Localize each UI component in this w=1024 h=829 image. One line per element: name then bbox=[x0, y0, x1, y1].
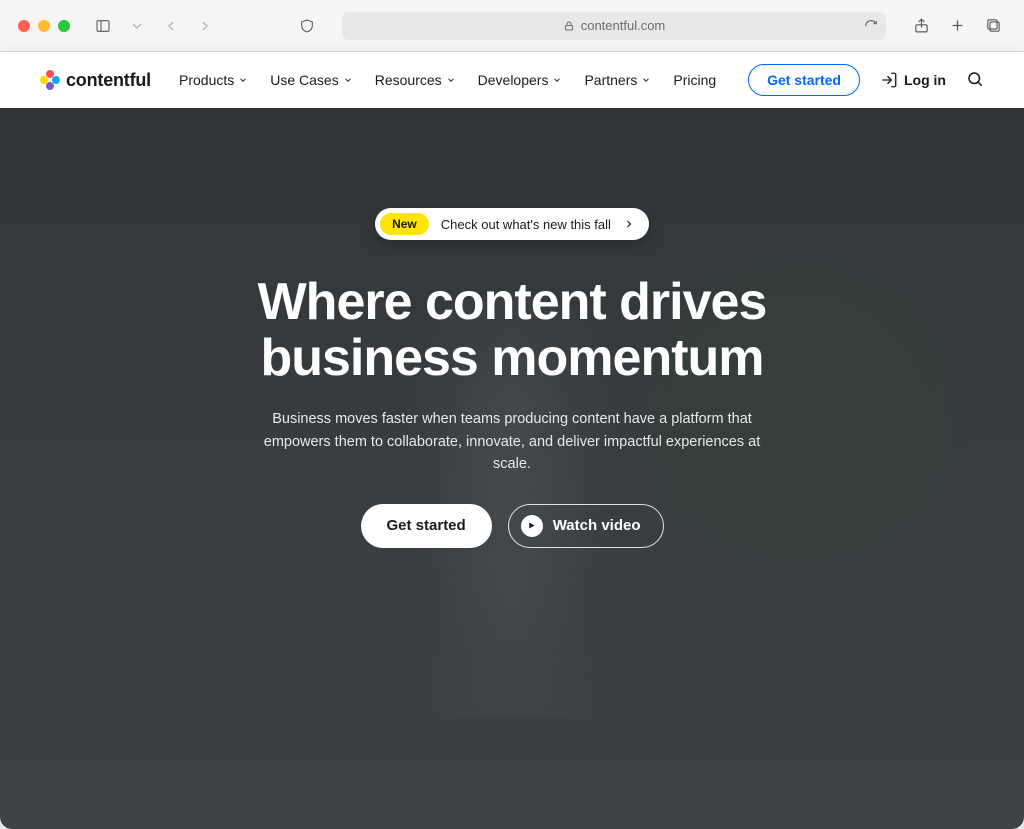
search-icon bbox=[966, 70, 984, 88]
nav-partners[interactable]: Partners bbox=[584, 72, 651, 88]
nav-label: Pricing bbox=[673, 72, 716, 88]
site-header: contentful Products Use Cases Resources … bbox=[0, 52, 1024, 108]
minimize-window-button[interactable] bbox=[38, 20, 50, 32]
nav-label: Partners bbox=[584, 72, 637, 88]
button-label: Watch video bbox=[553, 517, 641, 534]
chevron-down-icon bbox=[343, 75, 353, 85]
nav-products[interactable]: Products bbox=[179, 72, 248, 88]
browser-toolbar: contentful.com bbox=[0, 0, 1024, 52]
forward-button[interactable] bbox=[192, 13, 218, 39]
nav-label: Use Cases bbox=[270, 72, 338, 88]
window-controls bbox=[18, 20, 70, 32]
announcement-text: Check out what's new this fall bbox=[441, 217, 611, 232]
button-label: Get started bbox=[387, 517, 466, 534]
nav-label: Resources bbox=[375, 72, 442, 88]
new-tab-icon[interactable] bbox=[944, 13, 970, 39]
logo-mark-icon bbox=[40, 70, 60, 90]
chevron-down-icon bbox=[446, 75, 456, 85]
hero: New Check out what's new this fall Where… bbox=[0, 108, 1024, 829]
play-icon bbox=[521, 515, 543, 537]
login-link[interactable]: Log in bbox=[880, 71, 946, 89]
close-window-button[interactable] bbox=[18, 20, 30, 32]
hero-get-started-button[interactable]: Get started bbox=[361, 504, 492, 548]
hero-title-line: Where content drives bbox=[258, 273, 767, 331]
watch-video-button[interactable]: Watch video bbox=[508, 504, 664, 548]
announcement-pill[interactable]: New Check out what's new this fall bbox=[375, 208, 649, 240]
chevron-down-icon bbox=[552, 75, 562, 85]
sidebar-toggle-icon[interactable] bbox=[90, 13, 116, 39]
lock-icon bbox=[563, 20, 575, 32]
get-started-button[interactable]: Get started bbox=[748, 64, 860, 96]
shield-icon[interactable] bbox=[294, 13, 320, 39]
brand-name: contentful bbox=[66, 70, 151, 91]
hero-ctas: Get started Watch video bbox=[361, 504, 664, 548]
login-icon bbox=[880, 71, 898, 89]
login-label: Log in bbox=[904, 72, 946, 88]
maximize-window-button[interactable] bbox=[58, 20, 70, 32]
chevron-down-icon[interactable] bbox=[124, 13, 150, 39]
chevron-right-icon bbox=[623, 218, 635, 230]
nav-label: Developers bbox=[478, 72, 549, 88]
search-button[interactable] bbox=[966, 70, 984, 91]
hero-title-line: business momentum bbox=[260, 329, 763, 387]
button-label: Get started bbox=[767, 72, 841, 88]
nav-developers[interactable]: Developers bbox=[478, 72, 563, 88]
chevron-down-icon bbox=[238, 75, 248, 85]
hero-subtitle: Business moves faster when teams produci… bbox=[252, 408, 772, 475]
address-bar-host: contentful.com bbox=[581, 18, 666, 33]
page: contentful Products Use Cases Resources … bbox=[0, 52, 1024, 829]
reload-icon[interactable] bbox=[864, 19, 878, 33]
new-badge: New bbox=[380, 213, 429, 235]
chevron-down-icon bbox=[641, 75, 651, 85]
address-bar[interactable]: contentful.com bbox=[342, 12, 886, 40]
hero-title: Where content drives business momentum bbox=[258, 274, 767, 386]
nav-pricing[interactable]: Pricing bbox=[673, 72, 716, 88]
tabs-overview-icon[interactable] bbox=[980, 13, 1006, 39]
nav-resources[interactable]: Resources bbox=[375, 72, 456, 88]
nav-label: Products bbox=[179, 72, 234, 88]
primary-nav: Products Use Cases Resources Developers … bbox=[179, 72, 716, 88]
brand-logo[interactable]: contentful bbox=[40, 70, 151, 91]
back-button[interactable] bbox=[158, 13, 184, 39]
share-icon[interactable] bbox=[908, 13, 934, 39]
nav-use-cases[interactable]: Use Cases bbox=[270, 72, 352, 88]
